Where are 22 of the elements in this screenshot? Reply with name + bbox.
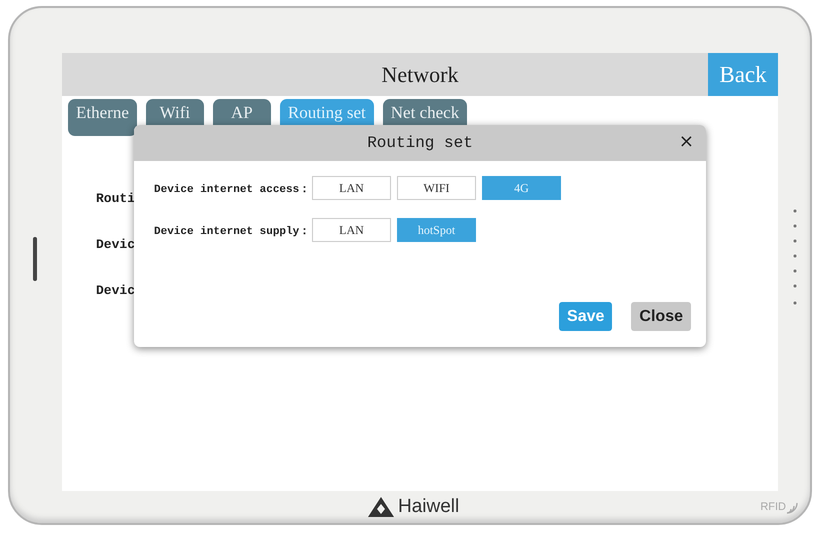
field-label: Devic (96, 283, 136, 298)
option-button[interactable]: LAN (312, 218, 391, 242)
field-label: Devic (96, 237, 136, 252)
option-button[interactable]: 4G (482, 176, 561, 200)
option-button[interactable]: WIFI (397, 176, 476, 200)
option-label: Device internet supply： (154, 224, 306, 238)
rfid-label: RFID (760, 501, 786, 513)
field-label: Routi (96, 191, 136, 206)
brand-logo-icon (368, 497, 394, 517)
option-button[interactable]: LAN (312, 176, 391, 200)
wireless-waves-icon (786, 500, 798, 514)
option-label: Device internet access： (154, 182, 306, 196)
back-button[interactable]: Back (708, 53, 778, 96)
home-button-icon[interactable] (33, 237, 37, 281)
screen-title: Network (380, 61, 460, 89)
close-button[interactable]: × (678, 133, 694, 151)
save-button[interactable]: Save (559, 302, 612, 331)
dialog-title: Routing set (367, 134, 473, 152)
tab[interactable]: Etherne (68, 99, 137, 136)
brand-name: Haiwell (398, 496, 460, 518)
option-button[interactable]: hotSpot (397, 218, 476, 242)
close-button[interactable]: Close (631, 302, 691, 331)
